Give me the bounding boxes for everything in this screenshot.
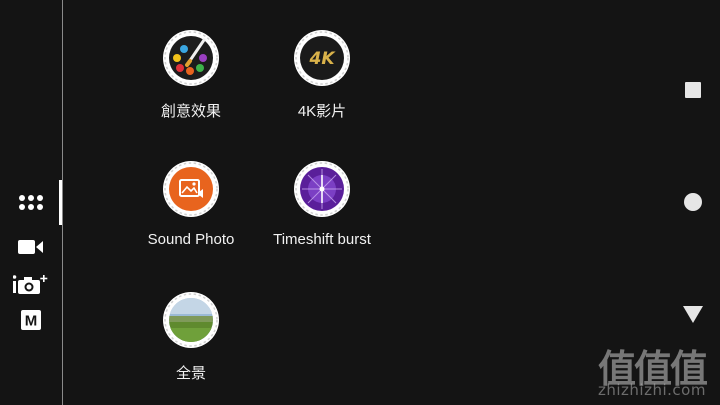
app-label: Sound Photo [147,231,235,248]
manual-mode-button[interactable]: M [12,306,50,334]
app-label: Timeshift burst [273,231,371,248]
svg-text:M: M [25,313,38,330]
mode-sidebar: M [0,0,62,405]
app-label: 全景 [175,365,206,382]
svg-text:4K: 4K [308,49,336,69]
home-circle-icon [684,193,702,211]
recents-button[interactable] [682,79,704,101]
palette-icon [163,30,219,86]
app-label: 創意效果 [160,103,221,120]
app-label: 4K影片 [297,103,347,120]
recents-square-icon [685,82,701,98]
superior-auto-button[interactable] [12,270,50,298]
video-mode-button[interactable] [12,233,50,261]
app-grid-button[interactable] [12,188,50,216]
back-triangle-icon [683,306,703,323]
app-grid-icon [19,194,43,210]
video-camera-icon [18,240,43,254]
sidebar-divider [62,0,63,405]
timeshift-burst-icon [294,161,350,217]
watermark-url: zhizhizhi.com [598,381,706,399]
home-button[interactable] [682,191,704,213]
manual-mode-icon: M [21,310,41,330]
superior-auto-camera-icon [13,275,48,294]
panorama-icon [163,292,219,348]
selected-mode-indicator [59,180,62,225]
4k-icon: 4K [294,30,350,86]
sound-photo-icon [163,161,219,217]
back-button[interactable] [682,303,704,325]
